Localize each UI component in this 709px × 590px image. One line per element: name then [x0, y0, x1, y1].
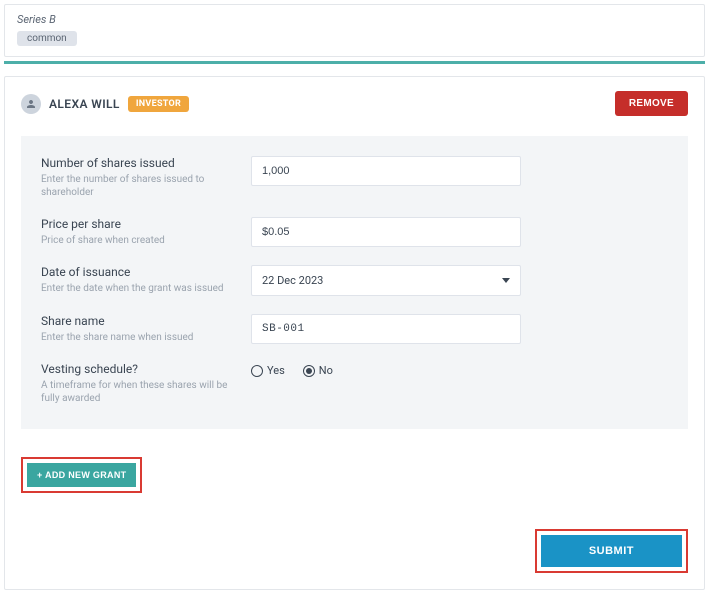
series-card: Series B common: [4, 4, 705, 57]
add-grant-highlight: + ADD NEW GRANT: [21, 457, 142, 493]
vesting-radio-group: Yes No: [251, 362, 521, 377]
row-shares: Number of shares issued Enter the number…: [41, 156, 668, 199]
shareholder-name: ALEXA WILL: [49, 97, 120, 111]
remove-button[interactable]: REMOVE: [615, 91, 688, 116]
submit-highlight: SUBMIT: [535, 529, 688, 573]
avatar: [21, 94, 41, 114]
radio-icon: [251, 365, 263, 377]
row-sharename: Share name Enter the share name when iss…: [41, 314, 668, 344]
vesting-help: A timeframe for when these shares will b…: [41, 379, 239, 405]
price-label: Price per share: [41, 217, 239, 231]
submit-button[interactable]: SUBMIT: [541, 535, 682, 567]
issuance-value: 22 Dec 2023: [262, 274, 323, 287]
issuance-select[interactable]: 22 Dec 2023: [251, 265, 521, 296]
price-help: Price of share when created: [41, 234, 239, 247]
vesting-label: Vesting schedule?: [41, 362, 239, 376]
add-new-grant-button[interactable]: + ADD NEW GRANT: [27, 463, 136, 487]
shareholder-header: ALEXA WILL INVESTOR REMOVE: [5, 77, 704, 130]
grant-card: ALEXA WILL INVESTOR REMOVE Number of sha…: [4, 76, 705, 590]
issuance-label: Date of issuance: [41, 265, 239, 279]
radio-icon: [303, 365, 315, 377]
shares-label: Number of shares issued: [41, 156, 239, 170]
vesting-yes[interactable]: Yes: [251, 364, 285, 377]
person-icon: [25, 98, 37, 110]
vesting-yes-label: Yes: [267, 364, 285, 377]
sharename-label: Share name: [41, 314, 239, 328]
vesting-no-label: No: [319, 364, 333, 377]
sharename-help: Enter the share name when issued: [41, 331, 239, 344]
submit-row: SUBMIT: [5, 499, 704, 589]
divider: [4, 61, 705, 64]
shares-input[interactable]: [251, 156, 521, 186]
shares-help: Enter the number of shares issued to sha…: [41, 173, 239, 199]
series-title: Series B: [17, 13, 692, 26]
row-vesting: Vesting schedule? A timeframe for when t…: [41, 362, 668, 405]
vesting-no[interactable]: No: [303, 364, 333, 377]
footer-row: + ADD NEW GRANT: [5, 447, 704, 499]
issuance-help: Enter the date when the grant was issued: [41, 282, 239, 295]
chevron-down-icon: [502, 278, 510, 283]
row-issuance: Date of issuance Enter the date when the…: [41, 265, 668, 296]
price-input[interactable]: [251, 217, 521, 247]
series-tag: common: [17, 31, 77, 46]
row-price: Price per share Price of share when crea…: [41, 217, 668, 247]
form-panel: Number of shares issued Enter the number…: [21, 136, 688, 429]
sharename-input[interactable]: [251, 314, 521, 344]
investor-badge: INVESTOR: [128, 96, 189, 112]
